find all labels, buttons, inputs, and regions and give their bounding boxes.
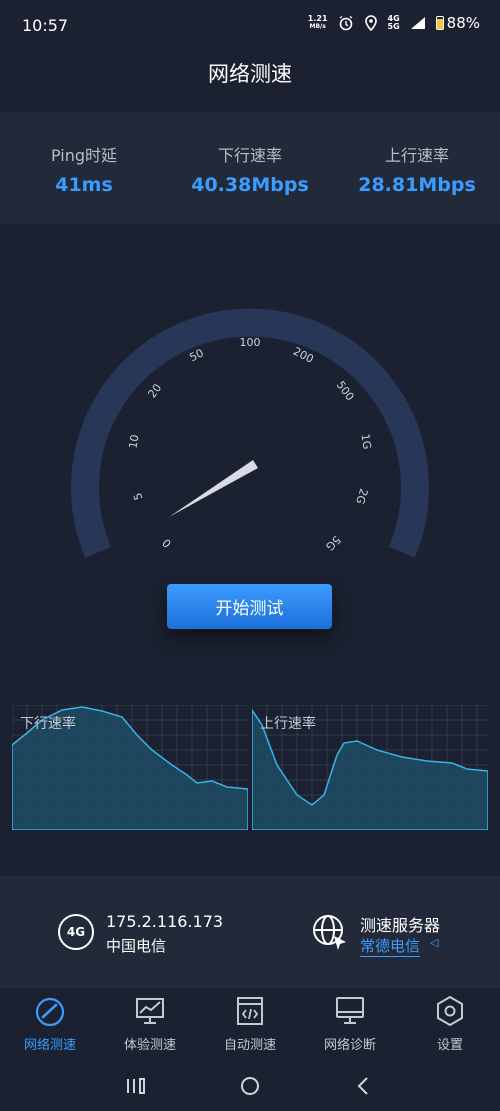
gauge-scale-label: 10 [126,434,141,450]
status-bar: 10:57 1.21 MB/s 4G 5G 88% [0,0,500,52]
nav-experience-test[interactable]: 体验测速 [100,990,200,1060]
home-icon[interactable] [236,1072,264,1100]
battery-level: 88% [446,14,480,32]
status-time: 10:57 [22,16,69,35]
nav-label: 自动测速 [223,1038,276,1053]
net-speed-unit: MB/s [309,23,326,30]
signal-icon [410,17,425,29]
title-bar: 网络测速 [0,58,500,88]
nav-speed-test[interactable]: 网络测速 [0,990,100,1060]
gauge-scale-label: 2G [353,487,370,506]
caret-left-icon[interactable]: ◁ [430,936,438,949]
gauge-scale-label: 0 [160,536,174,550]
server-name-link[interactable]: 常德电信 [360,935,421,957]
upload-graph: 上行速率 [252,705,488,830]
network-speed-indicator: 1.21 MB/s [308,15,328,31]
download-graph: 下行速率 [12,705,248,830]
server-title: 测速服务器 [360,916,441,935]
gauge-scale-label: 1G [358,433,373,450]
stat-download: 下行速率 40.38Mbps [185,142,315,196]
globe-icon [313,915,346,950]
network-type-bottom: 5G [387,22,400,31]
system-nav-bar [0,1060,500,1111]
code-doc-icon [237,997,263,1025]
nav-network-diagnosis[interactable]: 网络诊断 [300,990,400,1060]
stat-ping: Ping时延 41ms [46,142,122,196]
chart-monitor-icon [136,998,164,1024]
graph-label: 下行速率 [20,716,76,732]
stats-panel: Ping时延 41ms 下行速率 40.38Mbps 上行速率 28.81Mbp… [0,112,500,224]
carrier-name: 中国电信 [106,937,167,955]
start-test-button[interactable]: 开始测试 [167,584,332,629]
nav-label: 网络测速 [23,1038,76,1053]
nav-label: 网络诊断 [323,1038,376,1053]
monitor-icon [336,997,364,1024]
network-type: 4G 5G [388,15,400,31]
gauge-scale-label: 5 [131,491,146,502]
nav-label: 体验测速 [123,1038,176,1053]
page-title: 网络测速 [208,62,292,86]
graph-label: 上行速率 [260,716,316,732]
gauge-scale-label: 100 [240,336,261,349]
stat-value: 41ms [55,174,113,196]
hexagon-gear-icon [437,996,463,1026]
stat-upload: 上行速率 28.81Mbps [355,142,479,196]
status-icons: 1.21 MB/s 4G 5G 88% [308,14,480,32]
ip-address: 175.2.116.173 [106,912,224,931]
gauge-scale-label: 20 [146,381,165,400]
gauge-scale-label: 5G [323,533,343,553]
stat-label: 下行速率 [217,146,282,165]
stat-value: 28.81Mbps [358,174,476,196]
network-4g-icon: 4G [58,914,94,950]
alarm-icon [339,15,352,31]
stat-label: Ping时延 [50,146,118,165]
gauge-needle [169,460,258,517]
stat-label: 上行速率 [384,146,449,165]
stat-value: 40.38Mbps [191,174,309,196]
net-speed-value: 1.21 [307,14,328,23]
back-icon[interactable] [350,1072,378,1100]
gauge-scale-label: 500 [334,379,357,404]
recent-apps-icon[interactable] [122,1072,150,1100]
nav-auto-test[interactable]: 自动测速 [200,990,300,1060]
nav-settings[interactable]: 设置 [400,990,500,1060]
gauge-scale-label: 50 [187,346,205,364]
battery-icon [435,16,444,30]
speed-gauge: 051020501002005001G2G5G [71,308,429,558]
nav-label: 设置 [436,1038,463,1053]
location-icon [364,15,377,31]
speedometer-icon [35,997,65,1026]
network-info-panel: 4G 175.2.116.173 中国电信 测速服务器 常德电信 ◁ [0,876,500,988]
battery: 88% [435,14,480,32]
bottom-nav: 网络测速 体验测速 自动测速 网络诊断 设置 [0,990,500,1060]
